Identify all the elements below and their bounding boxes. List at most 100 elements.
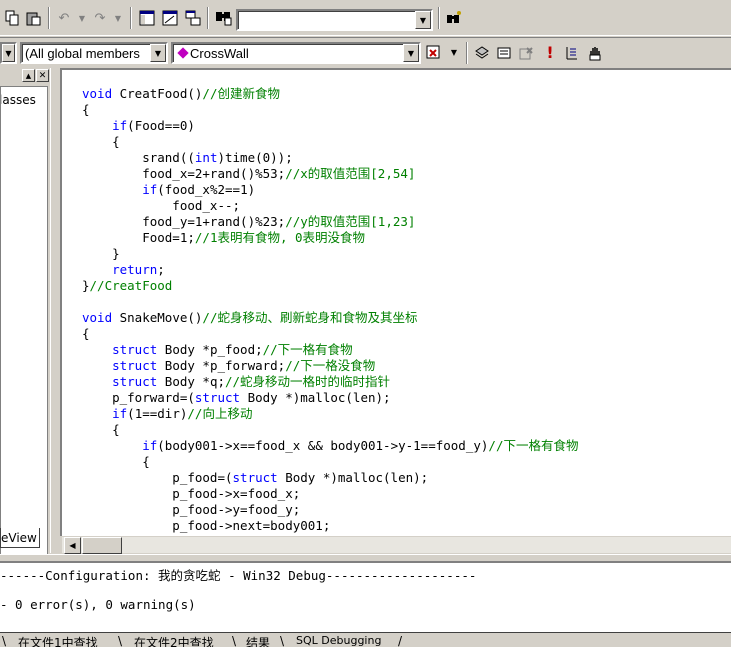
code-keyword: void bbox=[82, 86, 113, 101]
code-text: Food=1; bbox=[82, 230, 195, 245]
tree-item-classes[interactable]: lasses bbox=[1, 93, 36, 107]
stop-build-icon[interactable] bbox=[516, 43, 536, 63]
code-text: (Food==0) bbox=[127, 118, 195, 133]
code-text: (body001->x==food_x && body001->y-1==foo… bbox=[157, 438, 489, 453]
pane-splitter-vertical[interactable] bbox=[50, 68, 60, 553]
pane-close-x-icon[interactable]: ✕ bbox=[36, 69, 49, 82]
class-tree[interactable]: lasses bbox=[0, 86, 48, 592]
function-combo[interactable]: CrossWall ▼ bbox=[171, 42, 421, 64]
tab-find-in-files-1[interactable]: 在文件1中查找 bbox=[18, 634, 98, 647]
code-line[interactable]: if(food_x%2==1) bbox=[82, 182, 578, 198]
chevron-down-icon[interactable]: ▼ bbox=[2, 44, 15, 62]
code-line[interactable]: p_food->y=food_y; bbox=[82, 502, 578, 518]
code-line[interactable]: p_forward=(struct Body *)malloc(len); bbox=[82, 390, 578, 406]
code-keyword: struct bbox=[194, 390, 241, 405]
code-line[interactable]: }//CreatFood bbox=[82, 278, 578, 294]
tab-find-in-files-2[interactable]: 在文件2中查找 bbox=[134, 634, 214, 647]
build-icon[interactable] bbox=[494, 43, 514, 63]
code-line[interactable]: struct Body *q;//蛇身移动一格时的临时指针 bbox=[82, 374, 578, 390]
code-line[interactable]: struct Body *p_forward;//下一格没食物 bbox=[82, 358, 578, 374]
code-line[interactable]: srand((int)time(0)); bbox=[82, 150, 578, 166]
toolbar-separator bbox=[438, 7, 440, 29]
code-text: { bbox=[82, 422, 120, 437]
chevron-down-icon[interactable]: ▼ bbox=[403, 44, 419, 62]
code-keyword: void bbox=[82, 310, 113, 325]
code-line[interactable]: food_y=1+rand()%23;//y的取值范围[1,23] bbox=[82, 214, 578, 230]
code-keyword: struct bbox=[112, 342, 158, 357]
window-list-icon[interactable] bbox=[183, 8, 203, 28]
code-line[interactable]: struct Body *p_food;//下一格有食物 bbox=[82, 342, 578, 358]
find-icon[interactable] bbox=[444, 8, 464, 28]
code-line[interactable]: p_food->x=food_x; bbox=[82, 486, 578, 502]
code-line[interactable]: food_x--; bbox=[82, 198, 578, 214]
scope-combo[interactable]: (All global members ▼ bbox=[20, 42, 168, 64]
pane-close-icon[interactable]: ▲ bbox=[22, 69, 35, 82]
find-combo[interactable]: ▼ bbox=[236, 9, 433, 31]
code-line[interactable]: return; bbox=[82, 262, 578, 278]
code-comment: //下一格有食物 bbox=[488, 438, 579, 453]
code-line[interactable]: void CreatFood()//创建新食物 bbox=[82, 86, 578, 102]
code-line[interactable]: if(1==dir)//向上移动 bbox=[82, 406, 578, 422]
tab-classview[interactable]: eView bbox=[0, 528, 40, 548]
code-comment: //下一格没食物 bbox=[285, 358, 376, 373]
code-line[interactable]: p_food=(struct Body *)malloc(len); bbox=[82, 470, 578, 486]
code-line[interactable]: { bbox=[82, 134, 578, 150]
code-text: p_food=( bbox=[82, 470, 233, 485]
code-line[interactable]: { bbox=[82, 326, 578, 342]
function-combo-value: CrossWall bbox=[190, 45, 249, 61]
tab-divider: \ bbox=[2, 634, 7, 647]
paste-icon[interactable] bbox=[24, 8, 44, 28]
redo-icon[interactable]: ↷ bbox=[90, 8, 110, 28]
code-text: p_food->x=food_x; bbox=[82, 486, 301, 501]
code-line[interactable]: void SnakeMove()//蛇身移动、刷新蛇身和食物及其坐标 bbox=[82, 310, 578, 326]
code-line[interactable] bbox=[82, 294, 578, 310]
code-line[interactable]: { bbox=[82, 422, 578, 438]
editor-horizontal-scrollbar[interactable]: ◀ bbox=[62, 536, 731, 554]
code-text: } bbox=[82, 246, 120, 261]
execute-icon[interactable]: ! bbox=[540, 43, 560, 63]
code-text: } bbox=[82, 278, 90, 293]
toolbar-separator bbox=[130, 7, 132, 29]
go-icon[interactable] bbox=[562, 43, 582, 63]
wizardbar-toolbar: ▼ (All global members ▼ CrossWall ▼ ▼ ! bbox=[0, 37, 731, 67]
chevron-down-icon[interactable]: ▼ bbox=[150, 44, 166, 62]
code-line[interactable]: p_food->next=body001; bbox=[82, 518, 578, 534]
code-line[interactable]: food_x=2+rand()%53;//x的取值范围[2,54] bbox=[82, 166, 578, 182]
hand-icon[interactable] bbox=[585, 43, 605, 63]
undo-dropdown-icon[interactable]: ▼ bbox=[72, 9, 92, 29]
code-area[interactable]: void CreatFood()//创建新食物{ if(Food==0) { s… bbox=[82, 86, 578, 534]
code-line[interactable]: { bbox=[82, 454, 578, 470]
scroll-thumb[interactable] bbox=[82, 537, 122, 554]
output-result-line: - 0 error(s), 0 warning(s) bbox=[0, 597, 196, 612]
code-line[interactable]: Food=1;//1表明有食物, 0表明没食物 bbox=[82, 230, 578, 246]
chevron-down-icon[interactable]: ▼ bbox=[415, 11, 431, 29]
code-line[interactable]: if(body001->x==food_x && body001->y-1==f… bbox=[82, 438, 578, 454]
workspace-icon[interactable] bbox=[137, 8, 157, 28]
class-combo[interactable]: ▼ bbox=[0, 42, 17, 64]
undo-icon[interactable]: ↶ bbox=[54, 8, 74, 28]
scroll-left-icon[interactable]: ◀ bbox=[64, 537, 81, 554]
scope-combo-value: (All global members bbox=[25, 45, 140, 61]
source-editor[interactable]: void CreatFood()//创建新食物{ if(Food==0) { s… bbox=[60, 68, 731, 536]
output-tabs: \ 在文件1中查找 \ 在文件2中查找 \ 结果 \ SQL Debugging… bbox=[0, 632, 731, 647]
copy-icon[interactable] bbox=[2, 8, 22, 28]
output-icon[interactable] bbox=[160, 8, 180, 28]
redo-dropdown-icon[interactable]: ▼ bbox=[108, 9, 128, 29]
code-line[interactable]: if(Food==0) bbox=[82, 118, 578, 134]
find-in-files-icon[interactable] bbox=[214, 8, 234, 28]
code-text: food_x--; bbox=[82, 198, 241, 213]
pane-splitter-horizontal[interactable] bbox=[0, 554, 731, 562]
wizard-action-icon[interactable] bbox=[424, 43, 444, 63]
compile-icon[interactable] bbox=[472, 43, 492, 63]
code-line[interactable]: } bbox=[82, 246, 578, 262]
code-text: Body *p_forward; bbox=[157, 358, 286, 373]
output-pane[interactable]: ------Configuration: 我的贪吃蛇 - Win32 Debug… bbox=[0, 562, 731, 632]
code-line[interactable]: { bbox=[82, 102, 578, 118]
wizard-action-dropdown-icon[interactable]: ▼ bbox=[444, 43, 464, 63]
tab-results[interactable]: 结果 bbox=[246, 634, 270, 647]
code-text: { bbox=[82, 326, 90, 341]
tab-sql-debugging[interactable]: SQL Debugging bbox=[296, 634, 381, 647]
